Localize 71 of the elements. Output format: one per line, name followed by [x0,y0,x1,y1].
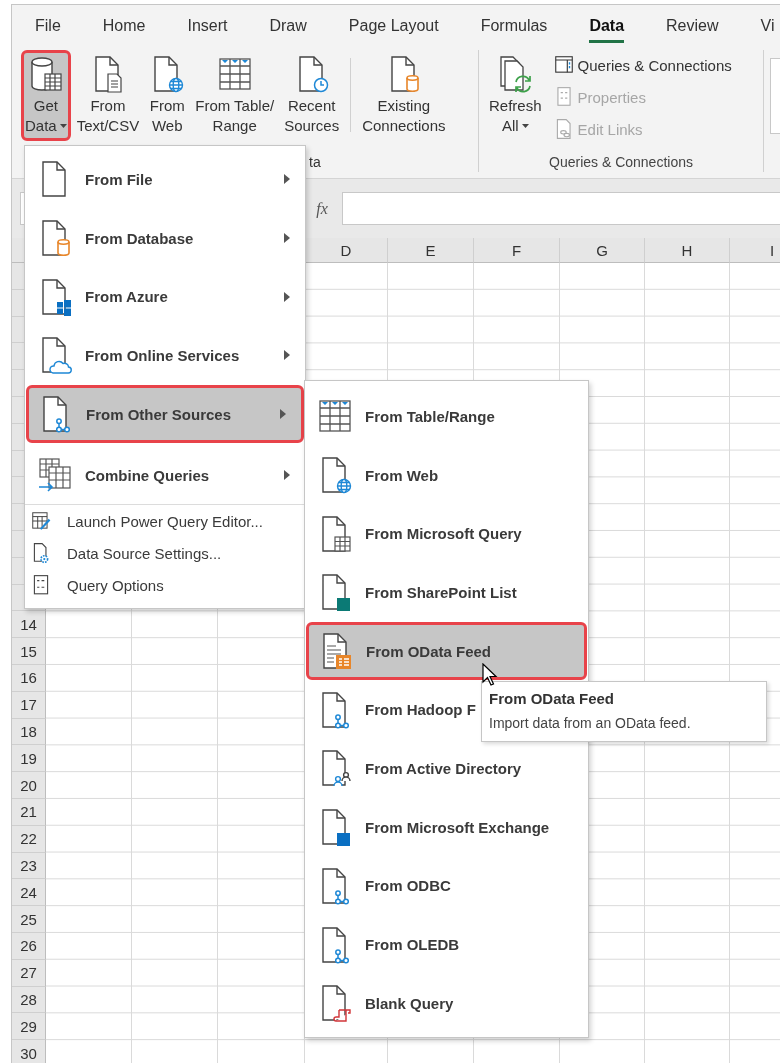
options-list-icon [31,574,51,597]
ribbon-tab[interactable]: Data [589,11,625,43]
row-header[interactable]: 29 [12,1013,46,1041]
ribbon-tab[interactable]: File [35,11,61,43]
menu-item[interactable]: From Web [305,445,588,505]
row-header[interactable]: 15 [12,638,46,665]
ribbon-button[interactable]: Existing Connections [358,50,450,141]
row-header[interactable]: 14 [12,611,46,639]
menu-item[interactable]: From Active Directory [305,739,588,798]
menu-item[interactable]: Combine Queries [25,446,305,506]
formula-input[interactable] [342,192,780,225]
group-label: Queries & Connections [548,154,694,170]
row-header[interactable]: 21 [12,798,46,826]
tooltip-text: Import data from an OData feed. [489,715,692,731]
ribbon-tab[interactable]: Home [102,11,146,43]
caret-icon [59,124,67,128]
row-header[interactable]: 20 [12,772,46,799]
menu-item[interactable]: From Microsoft Query [305,504,588,564]
menu-item[interactable]: From Table/Range [305,387,588,446]
column-header[interactable]: H [645,238,730,263]
menu-item[interactable]: Blank Query [305,973,588,1033]
row-header[interactable]: 19 [12,745,46,773]
column-header[interactable]: E [388,238,474,263]
ribbon-tab[interactable]: Draw [269,11,307,43]
menu-item[interactable]: From Online Services [25,326,305,385]
ribbon-tab[interactable]: Formulas [480,11,548,43]
column-header[interactable]: F [474,238,560,263]
tooltip-title: From OData Feed [489,690,616,707]
row-header[interactable]: 23 [12,852,46,880]
ribbon-button[interactable]: Recent Sources [280,50,344,141]
row-header[interactable]: 27 [12,959,46,987]
menu-item[interactable]: From Azure [25,267,305,327]
ribbon-tab[interactable]: Review [666,11,719,43]
ribbon-button[interactable]: From Web [145,50,190,141]
menu-item[interactable]: From Microsoft Exchange [305,797,588,857]
row-header[interactable]: 17 [12,691,46,719]
input-field[interactable] [770,58,780,134]
menu-item[interactable]: From OLEDB [305,915,588,974]
row-header[interactable]: 25 [12,906,46,933]
menu-item[interactable]: From Other Sources [26,384,304,444]
ribbon-button[interactable]: Queries & Connections [551,50,734,80]
row-header[interactable]: 16 [12,664,46,692]
menu-item[interactable]: From File [25,150,305,209]
menu-item[interactable]: Launch Power Query Editor... [25,505,305,538]
ribbon-button[interactable]: Get Data [21,50,71,141]
row-header[interactable]: 22 [12,825,46,853]
menu-item[interactable]: From Database [25,208,305,268]
ribbon-button[interactable]: From Text/CSV [72,50,144,141]
document-gear-icon [31,542,51,565]
ribbon-tab[interactable]: Vi [760,11,775,43]
ribbon-tab[interactable]: Page Layout [348,11,439,43]
column-header[interactable]: G [560,238,645,263]
column-header[interactable]: D [305,238,388,263]
row-header[interactable]: 18 [12,718,46,746]
function-label[interactable]: fx [307,192,337,225]
caret-icon [521,124,529,128]
ribbon-button[interactable]: Refresh All [485,50,546,141]
menu-item[interactable]: From ODBC [305,856,588,916]
ribbon-button[interactable]: From Table/ Range [191,50,279,141]
menu-item[interactable]: Data Source Settings... [25,537,305,570]
menu-item[interactable]: Query Options [25,569,305,602]
menu-item[interactable]: From OData Feed [306,621,587,681]
row-header[interactable]: 26 [12,932,46,960]
row-header[interactable]: 24 [12,879,46,907]
group-label: ta [308,154,322,170]
panel-icon [553,54,574,76]
row-header[interactable]: 28 [12,986,46,1014]
table-pencil-icon [31,510,51,533]
menu-item[interactable]: From SharePoint List [305,563,588,622]
ribbon-tab[interactable]: Insert [187,11,228,43]
documents-refresh-icon [497,54,534,94]
